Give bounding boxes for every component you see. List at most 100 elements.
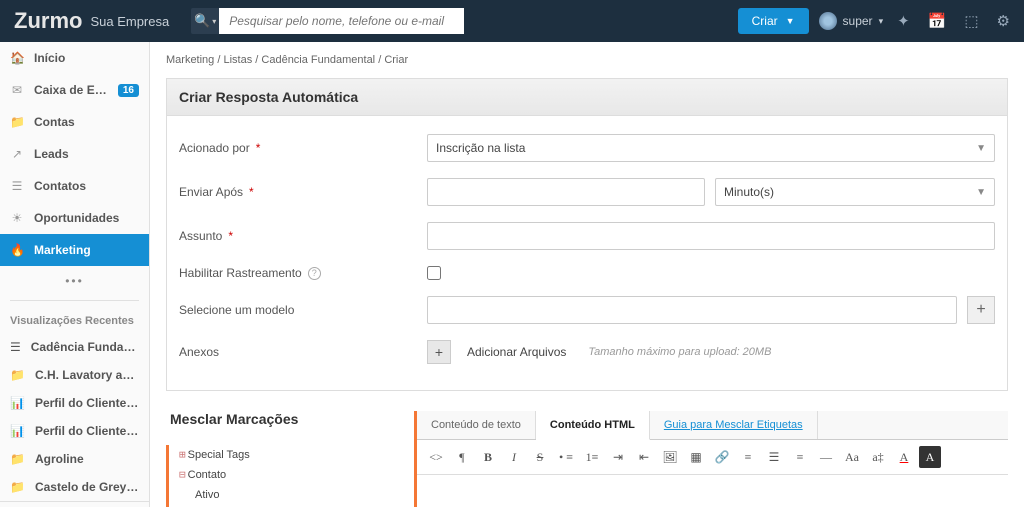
- folder-icon: 📁: [10, 115, 24, 129]
- nav-more[interactable]: •••: [0, 266, 149, 296]
- folder-icon: 📁: [10, 368, 25, 382]
- select-template[interactable]: [427, 296, 957, 324]
- strike-icon[interactable]: S: [529, 446, 551, 468]
- input-sendafter[interactable]: [427, 178, 705, 206]
- merge-title: Mesclar Marcações: [166, 411, 414, 427]
- input-subject[interactable]: [427, 222, 995, 250]
- merge-section: Mesclar Marcações ⊞Special Tags ⊟Contato…: [166, 411, 1008, 507]
- label-attach: Anexos: [179, 345, 427, 359]
- list-icon: ☰: [10, 340, 21, 354]
- ol-icon[interactable]: 1≡: [581, 446, 603, 468]
- recent-5[interactable]: 📁Castelo de Greysk...: [0, 473, 149, 501]
- chart-icon: 📊: [10, 424, 25, 438]
- crumb-0[interactable]: Marketing: [166, 54, 214, 66]
- checkbox-tracking[interactable]: [427, 266, 441, 280]
- tab-html[interactable]: Conteúdo HTML: [536, 411, 650, 440]
- link-icon[interactable]: 🔗: [711, 446, 733, 468]
- attach-button[interactable]: +: [427, 340, 451, 364]
- paragraph-icon[interactable]: ¶: [451, 446, 473, 468]
- ul-icon[interactable]: • ≡: [555, 446, 577, 468]
- tree-special[interactable]: ⊞Special Tags: [169, 445, 414, 465]
- bold-icon[interactable]: B: [477, 446, 499, 468]
- hr-icon[interactable]: —: [815, 446, 837, 468]
- recent-title: Visualizações Recentes: [0, 305, 149, 333]
- company-name: Sua Empresa: [90, 14, 169, 29]
- help-icon[interactable]: ?: [308, 267, 321, 280]
- nav-marketing[interactable]: 🔥Marketing: [0, 234, 149, 266]
- label-subject: Assunto*: [179, 229, 427, 243]
- tree-child-0[interactable]: Ativo: [169, 485, 414, 505]
- fontcolor-icon[interactable]: A: [893, 446, 915, 468]
- leads-icon: ↗: [10, 147, 24, 161]
- fontstyle-icon[interactable]: a‡: [867, 446, 889, 468]
- select-triggered[interactable]: Inscrição na lista▼: [427, 134, 995, 162]
- editor-toolbar: <> ¶ B I S • ≡ 1≡ ⇥ ⇤ 🖼 ▦ 🔗 ≡ ☰ ≡ — Aa: [417, 440, 1008, 475]
- inbox-badge: 16: [118, 84, 139, 97]
- align-left-icon[interactable]: ≡: [737, 446, 759, 468]
- calendar-icon[interactable]: 📅: [924, 12, 951, 30]
- magic-icon[interactable]: ✦: [893, 12, 914, 30]
- nav-leads[interactable]: ↗Leads: [0, 138, 149, 170]
- search-icon[interactable]: 🔍▾: [191, 8, 219, 34]
- crumb-1[interactable]: Listas: [223, 54, 252, 66]
- recent-3[interactable]: 📊Perfil do Cliente Id...: [0, 417, 149, 445]
- recent-2[interactable]: 📊Perfil do Cliente Id...: [0, 389, 149, 417]
- nav-contas[interactable]: 📁Contas: [0, 106, 149, 138]
- nav-inbox[interactable]: ✉Caixa de Entrada16: [0, 74, 149, 106]
- list-icon: ☰: [10, 179, 24, 193]
- indent-icon[interactable]: ⇥: [607, 446, 629, 468]
- avatar: [819, 12, 837, 30]
- logo: Zurmo: [14, 8, 82, 34]
- flame-icon: 🔥: [10, 243, 24, 257]
- add-template-button[interactable]: +: [967, 296, 995, 324]
- merge-tree: ⊞Special Tags ⊟Contato Ativo Canais de C…: [166, 445, 414, 507]
- merge-left: Mesclar Marcações ⊞Special Tags ⊟Contato…: [166, 411, 414, 507]
- label-template: Selecione um modelo: [179, 303, 427, 317]
- recent-4[interactable]: 📁Agroline: [0, 445, 149, 473]
- crumb-2[interactable]: Cadência Fundamental: [261, 54, 375, 66]
- align-center-icon[interactable]: ☰: [763, 446, 785, 468]
- label-tracking: Habilitar Rastreamento?: [179, 266, 427, 280]
- mail-icon: ✉: [10, 83, 24, 97]
- nav-inicio[interactable]: 🏠Início: [0, 42, 149, 74]
- outdent-icon[interactable]: ⇤: [633, 446, 655, 468]
- image-icon[interactable]: 🖼: [659, 446, 681, 468]
- search-input[interactable]: [219, 8, 464, 34]
- user-menu[interactable]: super ▾: [819, 12, 884, 30]
- italic-icon[interactable]: I: [503, 446, 525, 468]
- chevron-down-icon: ▼: [976, 187, 986, 198]
- create-button[interactable]: Criar▼: [738, 8, 809, 34]
- label-triggered: Acionado por*: [179, 141, 427, 155]
- home-icon: 🏠: [10, 51, 24, 65]
- folder-icon: 📁: [10, 452, 25, 466]
- attach-label[interactable]: Adicionar Arquivos: [467, 345, 566, 359]
- tab-guide[interactable]: Guia para Mesclar Etiquetas: [650, 411, 818, 439]
- recent-0[interactable]: ☰Cadência Fundam...: [0, 333, 149, 361]
- table-icon[interactable]: ▦: [685, 446, 707, 468]
- cube-icon[interactable]: ⬚: [960, 12, 982, 30]
- attach-hint: Tamanho máximo para upload: 20MB: [588, 346, 771, 358]
- sidebar-footer: ⇤ 📱 🖥: [0, 501, 149, 507]
- chevron-down-icon: ▼: [976, 143, 986, 154]
- search: 🔍▾: [191, 8, 464, 34]
- editor-body[interactable]: [417, 475, 1008, 507]
- app-header: Zurmo Sua Empresa 🔍▾ Criar▼ super ▾ ✦ 📅 …: [0, 0, 1024, 42]
- recent-1[interactable]: 📁C.H. Lavatory and ...: [0, 361, 149, 389]
- editor-tabs: Conteúdo de texto Conteúdo HTML Guia par…: [417, 411, 1008, 440]
- panel-title: Criar Resposta Automática: [166, 78, 1008, 116]
- settings-icon[interactable]: ⚙: [993, 12, 1014, 30]
- sidebar: 🏠Início ✉Caixa de Entrada16 📁Contas ↗Lea…: [0, 42, 150, 507]
- select-unit[interactable]: Minuto(s)▼: [715, 178, 995, 206]
- nav-contatos[interactable]: ☰Contatos: [0, 170, 149, 202]
- align-right-icon[interactable]: ≡: [789, 446, 811, 468]
- fontsize-icon[interactable]: Aa: [841, 446, 863, 468]
- nav-oportunidades[interactable]: ☀Oportunidades: [0, 202, 149, 234]
- merge-right: Conteúdo de texto Conteúdo HTML Guia par…: [414, 411, 1008, 507]
- tab-text[interactable]: Conteúdo de texto: [417, 411, 536, 439]
- divider: [10, 300, 139, 301]
- tree-contato[interactable]: ⊟Contato: [169, 465, 414, 485]
- code-icon[interactable]: <>: [425, 446, 447, 468]
- bgcolor-icon[interactable]: A: [919, 446, 941, 468]
- chart-icon: 📊: [10, 396, 25, 410]
- expand-icon: ⊞: [179, 448, 186, 461]
